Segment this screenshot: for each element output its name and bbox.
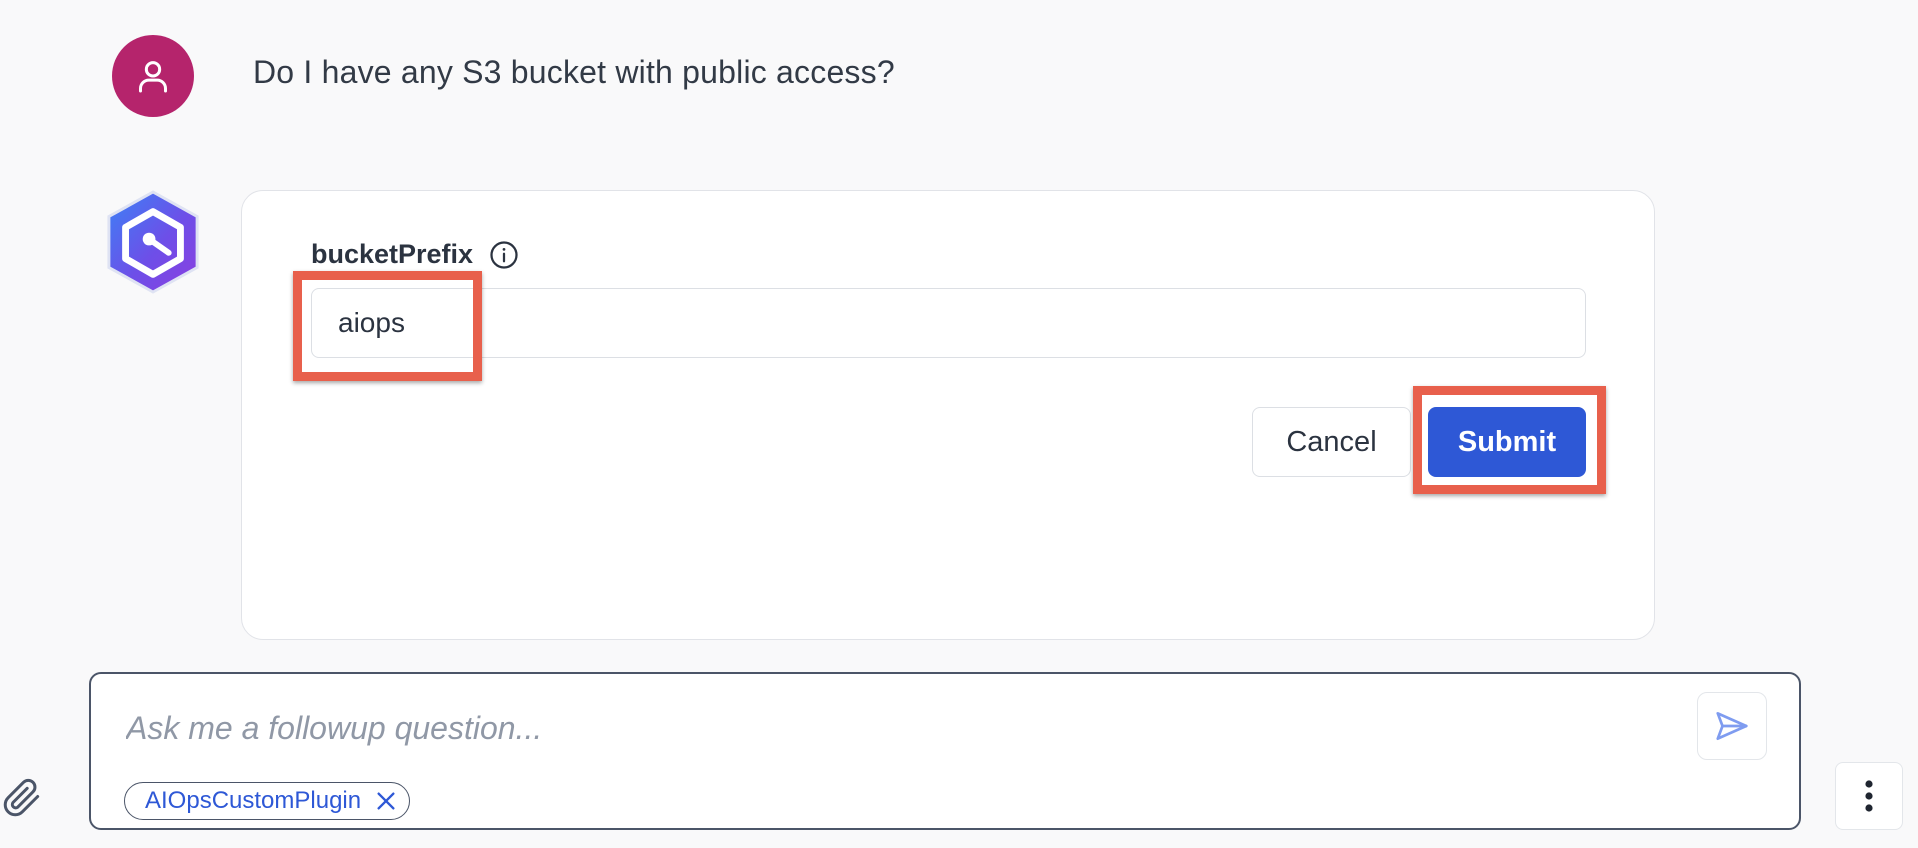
bucket-prefix-label: bucketPrefix xyxy=(311,239,474,269)
more-options-button[interactable] xyxy=(1835,762,1903,830)
user-avatar xyxy=(112,35,194,117)
plugin-chip[interactable]: AIOpsCustomPlugin xyxy=(124,782,411,820)
more-vertical-icon xyxy=(1865,780,1873,812)
parameter-form-card: bucketPrefix Cancel Submit xyxy=(241,190,1655,640)
info-icon[interactable] xyxy=(489,240,519,270)
user-icon xyxy=(139,61,167,93)
cancel-button[interactable]: Cancel xyxy=(1252,407,1411,477)
plugin-chip-label: AIOpsCustomPlugin xyxy=(145,787,362,814)
paperclip-icon[interactable] xyxy=(2,776,42,820)
bucket-prefix-input[interactable] xyxy=(311,288,1586,358)
close-icon[interactable] xyxy=(375,790,397,812)
followup-composer: AIOpsCustomPlugin xyxy=(89,672,1801,830)
followup-input[interactable] xyxy=(124,702,1628,754)
send-icon xyxy=(1716,711,1748,741)
send-button[interactable] xyxy=(1697,692,1767,760)
user-message: Do I have any S3 bucket with public acce… xyxy=(253,54,895,90)
hexagon-logo-icon xyxy=(107,190,199,294)
submit-button[interactable]: Submit xyxy=(1428,407,1586,477)
field-label-row: bucketPrefix xyxy=(311,239,519,270)
